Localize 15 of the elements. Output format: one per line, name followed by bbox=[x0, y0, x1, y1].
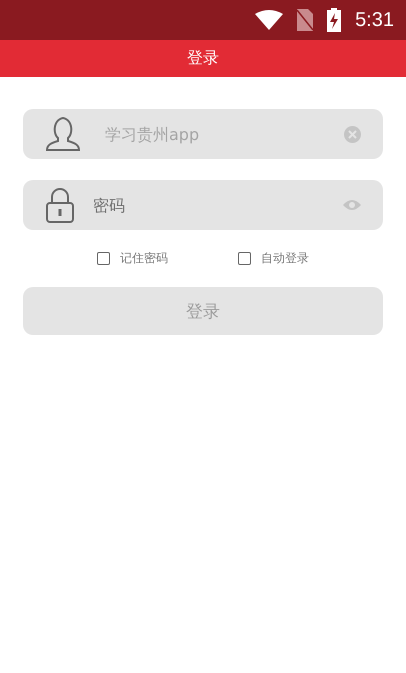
clear-icon[interactable] bbox=[344, 126, 361, 142]
lock-icon bbox=[45, 187, 75, 223]
user-icon bbox=[45, 116, 81, 152]
clock: 5:31 bbox=[355, 8, 394, 32]
wifi-icon bbox=[255, 10, 284, 30]
option-checkbox[interactable]: 自动登录 bbox=[238, 250, 309, 267]
page-title: 登录 bbox=[187, 48, 219, 69]
password-input[interactable]: 密码 bbox=[91, 194, 343, 216]
battery-charging-icon bbox=[327, 8, 342, 32]
no-sim-icon bbox=[297, 9, 314, 31]
username-input[interactable]: 学习贵州app bbox=[103, 124, 344, 144]
username-field[interactable]: 学习贵州app bbox=[23, 109, 383, 159]
option-checkbox[interactable]: 记住密码 bbox=[97, 250, 168, 267]
eye-icon[interactable] bbox=[343, 199, 361, 211]
password-field[interactable]: 密码 bbox=[23, 180, 383, 230]
